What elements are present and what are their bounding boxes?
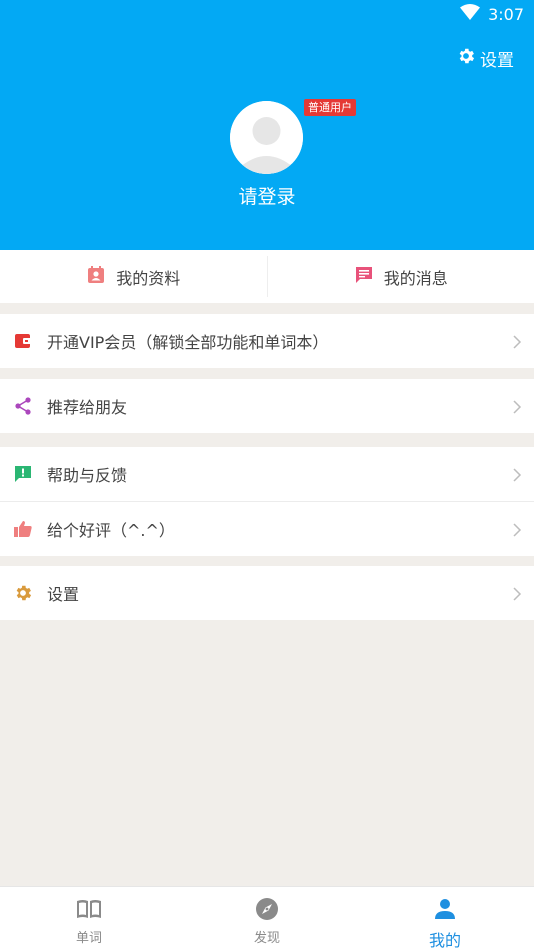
vip-group: 开通VIP会员（解锁全部功能和单词本） (0, 314, 534, 368)
share-menu-item[interactable]: 推荐给朋友 (0, 379, 534, 433)
gear-icon (456, 46, 476, 71)
share-icon (13, 396, 33, 416)
tab-discover[interactable]: 发现 (178, 887, 356, 949)
feedback-menu-item[interactable]: 帮助与反馈 (0, 447, 534, 501)
message-icon (354, 265, 374, 289)
my-profile-button[interactable]: 我的资料 (0, 250, 267, 303)
rate-menu-label: 给个好评（^.^） (47, 521, 175, 540)
tab-discover-label: 发现 (253, 931, 280, 946)
settings-group: 设置 (0, 566, 534, 620)
rate-menu-item[interactable]: 给个好评（^.^） (0, 502, 534, 556)
profile-card-icon (86, 265, 106, 289)
avatar[interactable] (230, 101, 303, 174)
my-messages-button[interactable]: 我的消息 (268, 250, 534, 303)
status-time: 3:07 (488, 4, 524, 24)
chevron-right-icon (512, 586, 522, 601)
tab-mine-label: 我的 (428, 931, 461, 949)
thumbs-up-icon (13, 519, 33, 539)
my-profile-label: 我的资料 (116, 268, 181, 288)
support-group: 帮助与反馈 给个好评（^.^） (0, 447, 534, 556)
wifi-icon (460, 4, 481, 24)
chevron-right-icon (512, 467, 522, 482)
tab-mine[interactable]: 我的 (356, 887, 534, 949)
share-group: 推荐给朋友 (0, 379, 534, 433)
chevron-right-icon (512, 522, 522, 537)
gear-icon (13, 583, 33, 603)
wallet-icon (13, 331, 33, 351)
feedback-menu-label: 帮助与反馈 (47, 466, 128, 485)
feedback-icon (13, 464, 33, 484)
chevron-right-icon (512, 334, 522, 349)
header-settings-button[interactable]: 设置 (456, 46, 514, 71)
my-messages-label: 我的消息 (383, 268, 448, 288)
share-menu-label: 推荐给朋友 (47, 398, 128, 417)
tab-words-label: 单词 (75, 931, 102, 946)
login-link[interactable]: 请登录 (0, 182, 534, 209)
book-icon (76, 897, 102, 927)
tab-words[interactable]: 单词 (0, 887, 178, 949)
person-icon (432, 897, 458, 927)
vip-menu-item[interactable]: 开通VIP会员（解锁全部功能和单词本） (0, 314, 534, 368)
compass-icon (254, 897, 280, 927)
settings-menu-item[interactable]: 设置 (0, 566, 534, 620)
status-bar: 3:07 (0, 0, 534, 28)
quick-tabs: 我的资料 我的消息 (0, 250, 534, 303)
profile-header: 3:07 设置 普通用户 请登录 (0, 0, 534, 250)
chevron-right-icon (512, 399, 522, 414)
settings-menu-label: 设置 (47, 585, 80, 604)
user-level-badge: 普通用户 (304, 99, 356, 116)
vip-menu-label: 开通VIP会员（解锁全部功能和单词本） (47, 333, 329, 352)
bottom-navigation: 单词 发现 我的 (0, 886, 534, 949)
header-settings-label: 设置 (480, 51, 514, 71)
